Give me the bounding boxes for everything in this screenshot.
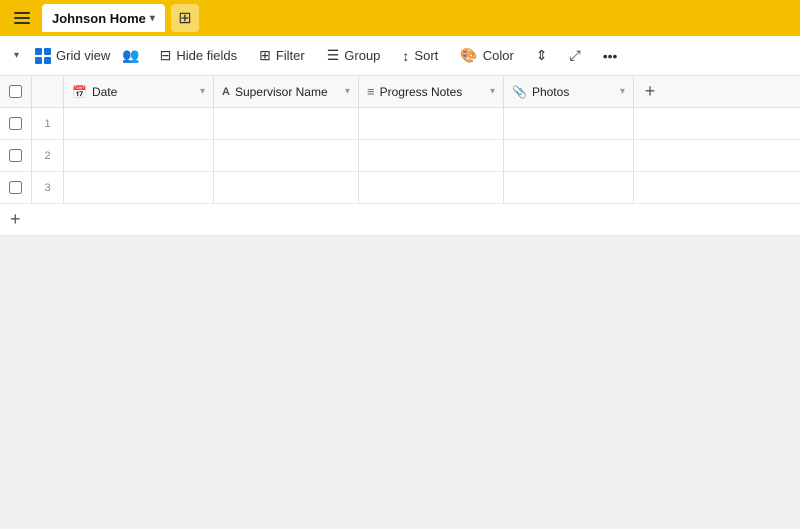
workspace-dropdown-arrow: ▾ <box>150 13 155 24</box>
row-1-notes-cell[interactable] <box>359 108 504 139</box>
more-options-icon: ••• <box>603 48 618 64</box>
row-3-date-cell[interactable] <box>64 172 214 203</box>
view-dropdown-arrow[interactable]: ▾ <box>10 46 23 65</box>
expand-icon: ⤢ <box>570 47 581 64</box>
column-header-photos[interactable]: 📎 Photos ▾ <box>504 76 634 107</box>
table-row: 3 <box>0 172 800 204</box>
sort-label: Sort <box>414 48 438 63</box>
row-3-num: 3 <box>32 172 64 203</box>
row-1-checkbox[interactable] <box>9 117 22 130</box>
row-2-supervisor-cell[interactable] <box>214 140 359 171</box>
row-height-icon: ⇕ <box>536 47 548 64</box>
date-col-arrow: ▾ <box>200 86 205 97</box>
toolbar: ▾ Grid view 👥 ⊟ Hide fields ⊞ Filter ☰ G… <box>0 36 800 76</box>
date-col-icon: 📅 <box>72 85 87 99</box>
row-2-notes-cell[interactable] <box>359 140 504 171</box>
group-button[interactable]: ☰ Group <box>317 43 391 68</box>
date-col-label: Date <box>92 85 195 99</box>
row-2-num: 2 <box>32 140 64 171</box>
grid-view-label: Grid view <box>56 48 110 63</box>
add-row-icon: + <box>10 209 21 230</box>
supervisor-col-label: Supervisor Name <box>235 85 340 99</box>
more-options-button[interactable]: ••• <box>593 44 628 68</box>
supervisor-col-arrow: ▾ <box>345 86 350 97</box>
group-label: Group <box>344 48 380 63</box>
row-3-checkbox-cell[interactable] <box>0 172 32 203</box>
column-header-notes[interactable]: ≡ Progress Notes ▾ <box>359 76 504 107</box>
row-2-date-cell[interactable] <box>64 140 214 171</box>
photos-col-arrow: ▾ <box>620 86 625 97</box>
add-column-icon: + <box>645 81 656 102</box>
row-3-photos-cell[interactable] <box>504 172 634 203</box>
workspace-tab[interactable]: Johnson Home ▾ <box>42 4 165 32</box>
expand-button[interactable]: ⤢ <box>560 43 591 68</box>
column-header-supervisor[interactable]: A Supervisor Name ▾ <box>214 76 359 107</box>
grid-view-icon <box>35 48 51 64</box>
select-all-checkbox[interactable] <box>9 85 22 98</box>
filter-icon: ⊞ <box>259 47 271 64</box>
sort-icon: ↕ <box>402 48 409 64</box>
row-2-checkbox[interactable] <box>9 149 22 162</box>
header-row-num-cell <box>32 76 64 107</box>
table-row: 2 <box>0 140 800 172</box>
row-3-supervisor-cell[interactable] <box>214 172 359 203</box>
table-row: 1 <box>0 108 800 140</box>
row-3-notes-cell[interactable] <box>359 172 504 203</box>
row-1-num: 1 <box>32 108 64 139</box>
table-header: 📅 Date ▾ A Supervisor Name ▾ ≡ Progress … <box>0 76 800 108</box>
add-column-button[interactable]: + <box>634 76 666 107</box>
row-2-checkbox-cell[interactable] <box>0 140 32 171</box>
collaborators-icon[interactable]: 👥 <box>122 47 139 64</box>
supervisor-col-icon: A <box>222 86 230 98</box>
menu-icon[interactable] <box>8 4 36 32</box>
hide-fields-label: Hide fields <box>176 48 237 63</box>
color-button[interactable]: 🎨 Color <box>450 43 524 68</box>
hide-fields-icon: ⊟ <box>160 47 172 64</box>
row-3-checkbox[interactable] <box>9 181 22 194</box>
sort-button[interactable]: ↕ Sort <box>392 44 448 68</box>
row-2-photos-cell[interactable] <box>504 140 634 171</box>
title-bar: Johnson Home ▾ ⊞ <box>0 0 800 36</box>
workspace-name: Johnson Home <box>52 11 146 26</box>
grid-view-button[interactable]: Grid view <box>25 44 120 68</box>
photos-col-label: Photos <box>532 85 615 99</box>
color-icon: 🎨 <box>460 47 477 64</box>
row-1-supervisor-cell[interactable] <box>214 108 359 139</box>
column-header-date[interactable]: 📅 Date ▾ <box>64 76 214 107</box>
row-1-date-cell[interactable] <box>64 108 214 139</box>
add-tab-icon: ⊞ <box>178 8 191 28</box>
add-tab-button[interactable]: ⊞ <box>171 4 199 32</box>
row-height-button[interactable]: ⇕ <box>526 43 558 68</box>
photos-col-icon: 📎 <box>512 85 527 99</box>
empty-area <box>0 236 800 529</box>
filter-button[interactable]: ⊞ Filter <box>249 43 315 68</box>
filter-label: Filter <box>276 48 305 63</box>
color-label: Color <box>483 48 514 63</box>
row-1-checkbox-cell[interactable] <box>0 108 32 139</box>
notes-col-arrow: ▾ <box>490 86 495 97</box>
row-1-photos-cell[interactable] <box>504 108 634 139</box>
table-container: 📅 Date ▾ A Supervisor Name ▾ ≡ Progress … <box>0 76 800 236</box>
group-icon: ☰ <box>327 47 340 64</box>
notes-col-icon: ≡ <box>367 84 375 99</box>
header-checkbox-cell[interactable] <box>0 76 32 107</box>
notes-col-label: Progress Notes <box>380 85 485 99</box>
add-row-button[interactable]: + <box>0 204 800 236</box>
view-controls: ▾ Grid view 👥 <box>10 44 140 68</box>
table-body: 1 2 3 + <box>0 108 800 236</box>
hide-fields-button[interactable]: ⊟ Hide fields <box>150 43 247 68</box>
